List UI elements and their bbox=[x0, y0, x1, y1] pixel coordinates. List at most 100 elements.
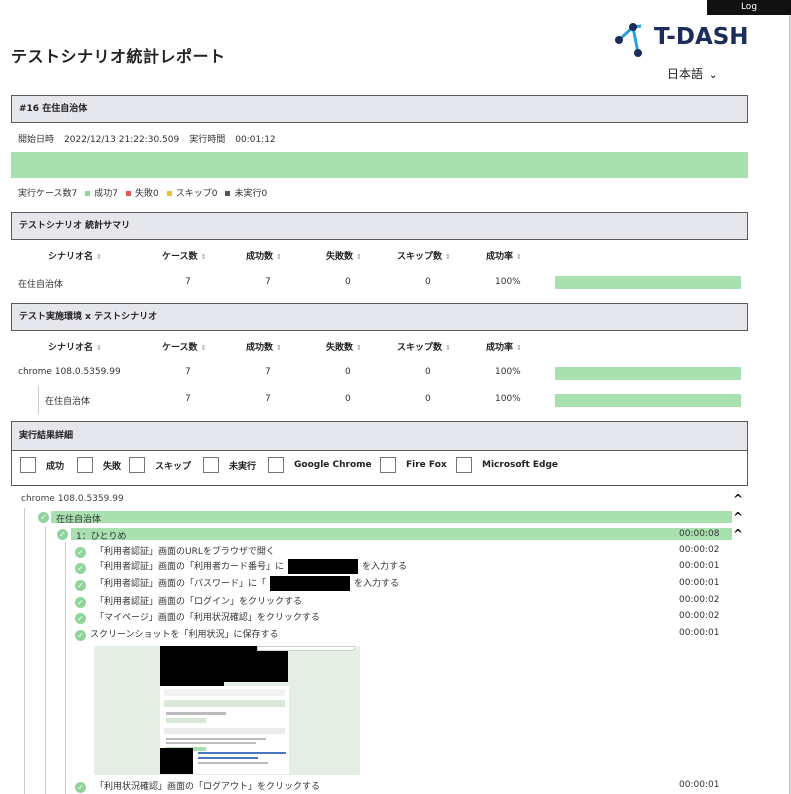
filter-firefox[interactable]: Fire Fox bbox=[380, 457, 447, 473]
env-row-browser-cases: 7 bbox=[185, 367, 191, 377]
legend-success: 成功7 bbox=[85, 186, 118, 199]
tree-connector bbox=[38, 386, 39, 414]
summary-row-success: 7 bbox=[265, 277, 271, 287]
run-meta: 開始日時 2022/12/13 21:22:30.509 実行時間 00:01:12 bbox=[18, 132, 286, 145]
legend-skip: スキップ0 bbox=[166, 186, 217, 199]
summary-row-failure: 0 bbox=[345, 277, 351, 287]
env-col-failure-count[interactable]: 失敗数 ⇕ bbox=[326, 340, 362, 353]
tree-connector bbox=[24, 508, 25, 794]
checkbox bbox=[129, 457, 145, 473]
col-success-rate[interactable]: 成功率 ⇕ bbox=[486, 249, 522, 262]
logo-text: T-DASH bbox=[654, 24, 749, 50]
summary-row-cases: 7 bbox=[185, 277, 191, 287]
env-row-scenario-rate: 100% bbox=[495, 394, 521, 404]
legend-not-run: 未実行0 bbox=[225, 186, 267, 199]
filter-bar: 成功 失敗 スキップ 未実行 Google Chrome Fire Fox Mi… bbox=[11, 450, 748, 486]
duration-value: 00:01:12 bbox=[235, 135, 276, 145]
summary-row-rate: 100% bbox=[495, 277, 521, 287]
step-text: 「利用者認証」画面のURLをブラウザで開く bbox=[95, 547, 275, 557]
language-selector[interactable]: 日本語 ⌄ bbox=[667, 65, 717, 82]
tree-connector bbox=[45, 526, 46, 794]
tree-connector bbox=[65, 542, 66, 794]
success-progress-bar bbox=[11, 152, 748, 178]
page-title: テストシナリオ統計レポート bbox=[11, 47, 226, 66]
start-value: 2022/12/13 21:22:30.509 bbox=[64, 135, 180, 145]
env-row-browser-skip: 0 bbox=[425, 367, 431, 377]
sort-icon: ⇕ bbox=[356, 253, 362, 261]
case-time: 00:00:08 bbox=[679, 529, 720, 539]
details-header: 実行結果詳細 bbox=[11, 421, 748, 451]
detail-scenario[interactable]: 在住自治体 bbox=[56, 512, 101, 525]
col-case-count[interactable]: ケース数 ⇕ bbox=[162, 249, 206, 262]
start-label: 開始日時 bbox=[18, 135, 55, 145]
col-scenario-name[interactable]: シナリオ名 ⇕ bbox=[48, 249, 102, 262]
step-time: 00:00:01 bbox=[679, 780, 720, 790]
collapse-scenario-icon[interactable]: ^ bbox=[733, 510, 743, 524]
env-col-success-count[interactable]: 成功数 ⇕ bbox=[246, 340, 282, 353]
filter-google-chrome[interactable]: Google Chrome bbox=[268, 457, 372, 473]
col-skip-count[interactable]: スキップ数 ⇕ bbox=[397, 249, 451, 262]
env-row-browser-name: chrome 108.0.5359.99 bbox=[18, 367, 121, 377]
checkbox bbox=[456, 457, 472, 473]
duration-label: 実行時間 bbox=[189, 135, 226, 145]
filter-failure[interactable]: 失敗 bbox=[77, 457, 121, 473]
summary-rate-bar bbox=[555, 276, 741, 289]
checkbox bbox=[380, 457, 396, 473]
check-icon: ✓ bbox=[75, 613, 86, 624]
checkbox bbox=[20, 457, 36, 473]
check-icon: ✓ bbox=[75, 597, 86, 608]
chevron-down-icon: ⌄ bbox=[709, 70, 718, 81]
tdash-logo-icon bbox=[615, 23, 642, 57]
sort-icon: ⇕ bbox=[516, 253, 522, 261]
env-col-case-count[interactable]: ケース数 ⇕ bbox=[162, 340, 206, 353]
check-icon: ✓ bbox=[75, 782, 86, 793]
check-icon: ✓ bbox=[75, 563, 86, 574]
tdash-logo: T-DASH bbox=[613, 21, 753, 59]
filter-not-run[interactable]: 未実行 bbox=[203, 457, 256, 473]
detail-browser[interactable]: chrome 108.0.5359.99 bbox=[21, 494, 124, 504]
language-label: 日本語 bbox=[667, 67, 704, 81]
step-time: 00:00:01 bbox=[679, 628, 720, 638]
check-icon: ✓ bbox=[38, 512, 49, 523]
filter-microsoft-edge[interactable]: Microsoft Edge bbox=[456, 457, 558, 473]
sort-icon: ⇕ bbox=[276, 344, 282, 352]
filter-skip[interactable]: スキップ bbox=[129, 457, 191, 473]
case-band bbox=[71, 528, 732, 540]
summary-row-name: 在住自治体 bbox=[18, 280, 64, 290]
sort-icon: ⇕ bbox=[200, 344, 207, 352]
col-failure-count[interactable]: 失敗数 ⇕ bbox=[326, 249, 362, 262]
filter-success[interactable]: 成功 bbox=[20, 457, 64, 473]
result-legend: 実行ケース数7 成功7 失敗0 スキップ0 未実行0 bbox=[18, 186, 267, 199]
checkbox bbox=[268, 457, 284, 473]
sort-icon: ⇕ bbox=[96, 253, 102, 261]
scenario-band bbox=[51, 511, 732, 523]
step-time: 00:00:02 bbox=[679, 611, 720, 621]
env-col-success-rate[interactable]: 成功率 ⇕ bbox=[486, 340, 522, 353]
summary-row-skip: 0 bbox=[425, 277, 431, 287]
collapse-browser-icon[interactable]: ^ bbox=[733, 492, 743, 506]
summary-header: テストシナリオ 統計サマリ bbox=[11, 212, 748, 240]
step-text: 「利用状況確認」画面の「ログアウト」をクリックする bbox=[95, 782, 321, 792]
detail-case[interactable]: 1：ひとりめ bbox=[76, 529, 126, 542]
screenshot-thumbnail[interactable] bbox=[94, 646, 360, 775]
step-time: 00:00:01 bbox=[679, 561, 720, 571]
step-time: 00:00:01 bbox=[679, 578, 720, 588]
log-button[interactable]: Log bbox=[707, 0, 791, 15]
env-row-browser-failure: 0 bbox=[345, 367, 351, 377]
env-col-skip-count[interactable]: スキップ数 ⇕ bbox=[397, 340, 451, 353]
check-icon: ✓ bbox=[57, 529, 68, 540]
env-header: テスト実施環境 x テストシナリオ bbox=[11, 303, 748, 331]
sort-icon: ⇕ bbox=[96, 344, 102, 352]
col-success-count[interactable]: 成功数 ⇕ bbox=[246, 249, 282, 262]
sort-icon: ⇕ bbox=[445, 344, 451, 352]
step-text: 「利用者認証」画面の「ログイン」をクリックする bbox=[95, 597, 303, 607]
step-time: 00:00:02 bbox=[679, 595, 720, 605]
checkbox bbox=[203, 457, 219, 473]
env-browser-rate-bar bbox=[555, 367, 741, 380]
collapse-case-icon[interactable]: ^ bbox=[733, 527, 743, 541]
env-scenario-rate-bar bbox=[555, 394, 741, 407]
step-text: 「マイページ」画面の「利用状況確認」をクリックする bbox=[95, 613, 320, 623]
run-header: #16 在住自治体 bbox=[11, 95, 748, 123]
redacted-value bbox=[288, 559, 359, 574]
env-col-scenario-name[interactable]: シナリオ名 ⇕ bbox=[48, 340, 102, 353]
